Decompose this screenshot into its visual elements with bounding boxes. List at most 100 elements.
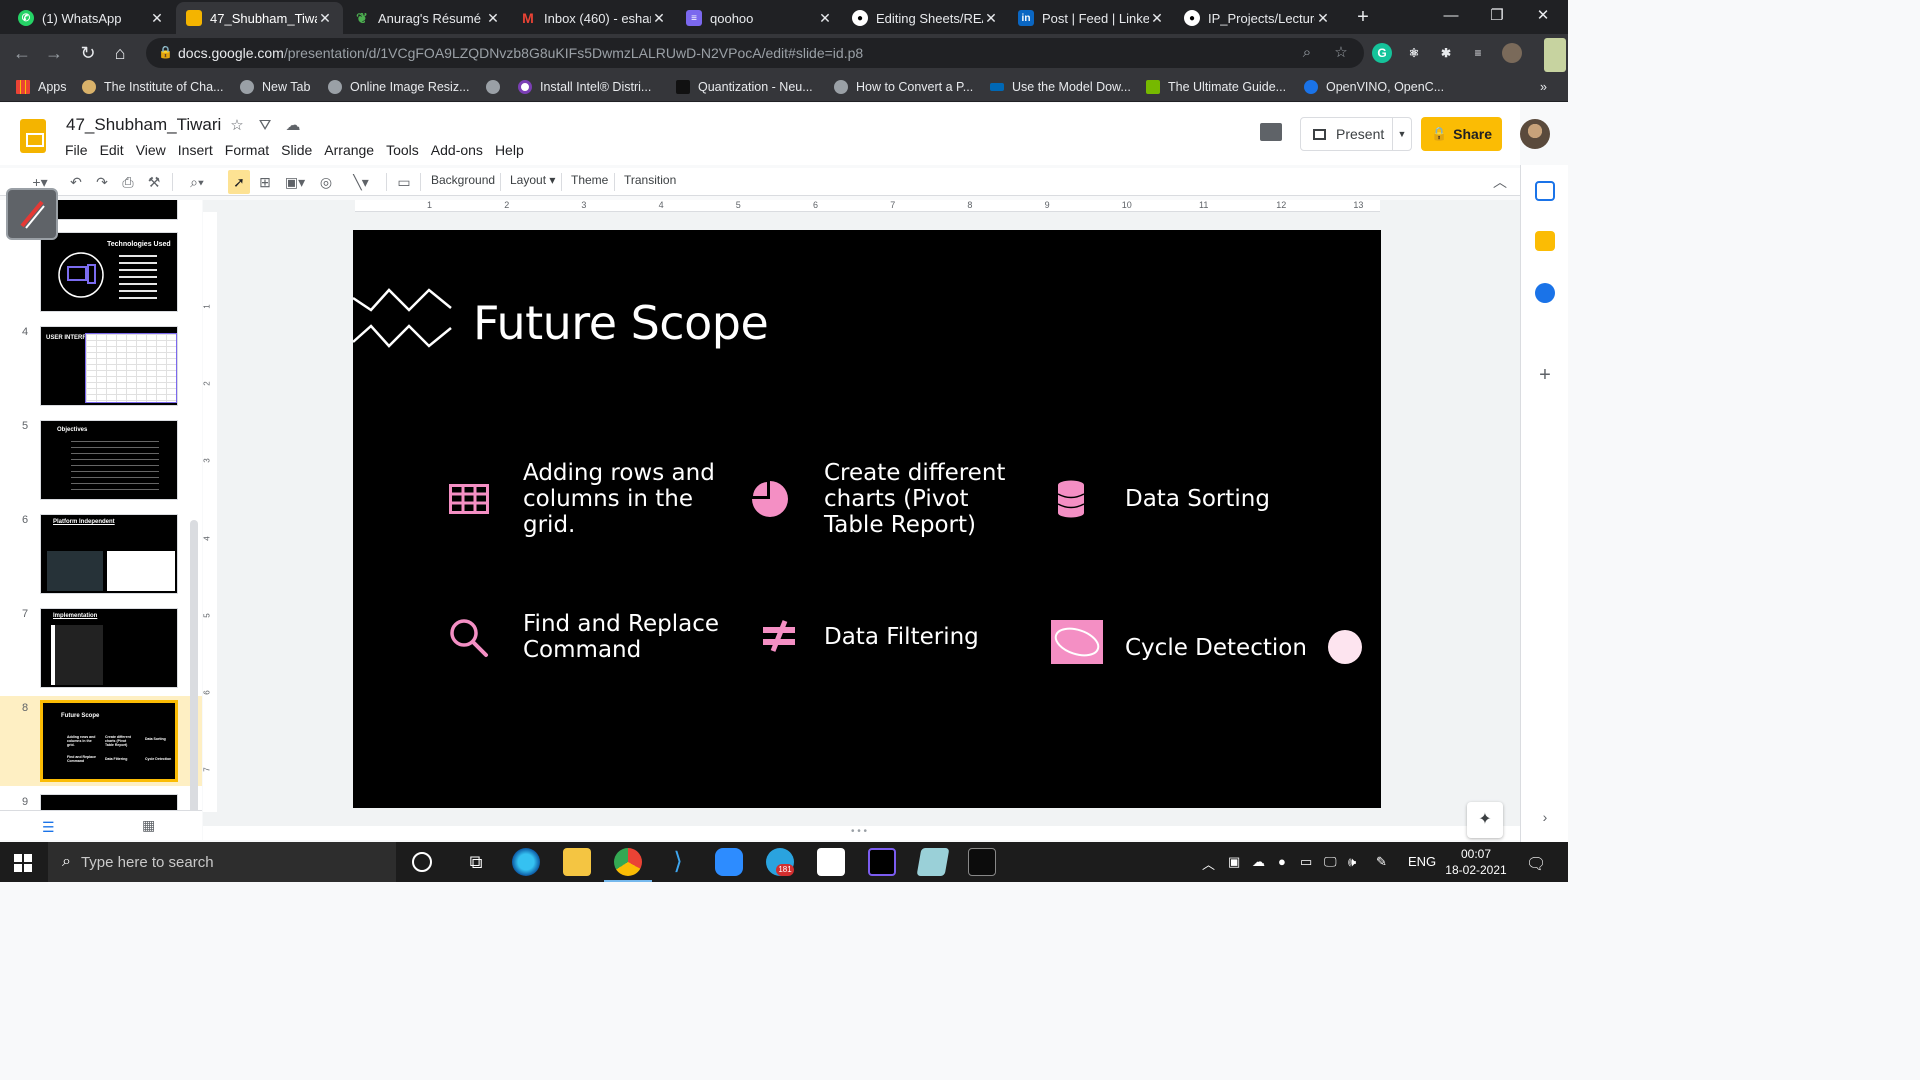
battery-icon[interactable]: ▭ xyxy=(1300,854,1312,870)
filmstrip-scrollbar[interactable] xyxy=(190,520,198,810)
chevron-down-icon[interactable]: ▼ xyxy=(1393,129,1411,139)
menu-slide[interactable]: Slide xyxy=(276,141,317,159)
chevron-right-icon[interactable]: › xyxy=(1535,807,1555,827)
explore-button[interactable]: ✦ xyxy=(1467,802,1503,838)
keep-icon[interactable] xyxy=(1535,231,1555,251)
slide-thumbnail-8[interactable]: Future Scope Adding rows and columns in … xyxy=(40,700,178,782)
layout-button[interactable]: Layout ▾ xyxy=(510,173,555,187)
menu-view[interactable]: View xyxy=(131,141,171,159)
slide-canvas[interactable]: Future Scope Adding rows and columns in … xyxy=(353,230,1381,808)
chevron-up-icon[interactable]: ︿ xyxy=(1202,854,1215,873)
slide-thumbnail-2[interactable] xyxy=(40,200,178,220)
menu-edit[interactable]: Edit xyxy=(95,141,129,159)
tab-gmail[interactable]: M Inbox (460) - eshan ✕ xyxy=(510,2,677,34)
network-icon[interactable]: 🖵 xyxy=(1324,854,1337,870)
tab-resume[interactable]: ❦ Anurag's Résumé ✕ xyxy=(344,2,511,34)
slide-thumbnail-5[interactable]: Objectives xyxy=(40,420,178,500)
bookmark-item[interactable]: How to Convert a P... xyxy=(834,78,973,96)
vscode-icon[interactable]: ⟩ xyxy=(664,848,692,876)
cloud-saved-icon[interactable]: ☁ xyxy=(284,117,302,135)
tab-linkedin[interactable]: in Post | Feed | LinkedIn ✕ xyxy=(1008,2,1175,34)
tab-slides[interactable]: 47_Shubham_Tiwari ✕ xyxy=(176,2,343,34)
bookmark-item[interactable]: New Tab xyxy=(240,78,310,96)
close-icon[interactable]: ✕ xyxy=(1149,10,1165,27)
close-icon[interactable]: ✕ xyxy=(983,10,999,27)
slide-thumbnail-9[interactable] xyxy=(40,794,178,810)
item-text[interactable]: Data Sorting xyxy=(1125,486,1315,512)
move-to-drive-icon[interactable]: ⛛ xyxy=(256,117,274,135)
menu-help[interactable]: Help xyxy=(490,141,529,159)
extension-badge-icon[interactable] xyxy=(1544,38,1566,72)
drag-handle-icon[interactable]: • • • xyxy=(851,826,867,837)
shape-icon[interactable]: ◎ xyxy=(316,172,336,192)
windows-start-icon[interactable] xyxy=(14,854,32,872)
zoom-icon[interactable]: ⌕▾ xyxy=(180,172,214,192)
bookmark-item[interactable]: Online Image Resiz... xyxy=(328,78,470,96)
slide-thumbnail-3[interactable]: Technologies Used xyxy=(40,232,178,312)
present-main[interactable]: Present xyxy=(1301,118,1393,150)
add-on-icon[interactable]: + xyxy=(1535,365,1555,385)
bookmark-item[interactable]: The Ultimate Guide... xyxy=(1146,78,1286,96)
task-view-icon[interactable]: ⧉ xyxy=(462,848,490,876)
clock[interactable]: 00:07 18-02-2021 xyxy=(1442,846,1510,878)
comment-icon[interactable]: ▭ xyxy=(394,172,414,192)
close-icon[interactable]: ✕ xyxy=(485,10,501,27)
bookmark-item[interactable]: Quantization - Neu... xyxy=(676,78,813,96)
document-title[interactable]: 47_Shubham_Tiwari xyxy=(66,115,221,135)
microphone-icon[interactable]: ● xyxy=(1278,854,1286,869)
taskbar-search[interactable]: ⌕ Type here to search xyxy=(48,842,396,882)
item-text[interactable]: Create different charts (Pivot Table Rep… xyxy=(824,460,1014,538)
bookmark-item[interactable]: Use the Model Dow... xyxy=(990,78,1131,96)
item-text[interactable]: Data Filtering xyxy=(824,624,1014,650)
calendar-icon[interactable] xyxy=(1535,181,1555,201)
cortana-icon[interactable] xyxy=(412,852,432,872)
restore-button[interactable]: ❐ xyxy=(1474,0,1520,34)
slide-thumbnail-6[interactable]: Platform Independent xyxy=(40,514,178,594)
transition-button[interactable]: Transition xyxy=(624,173,676,187)
minimize-button[interactable]: — xyxy=(1428,0,1474,34)
star-icon[interactable]: ☆ xyxy=(228,117,246,135)
item-text[interactable]: Adding rows and columns in the grid. xyxy=(523,460,723,538)
background-button[interactable]: Background xyxy=(431,173,495,187)
address-bar[interactable]: 🔒 docs.google.com/presentation/d/1VCgFOA… xyxy=(146,38,1364,68)
vertical-ruler[interactable]: 1 2 3 4 5 6 7 xyxy=(203,212,217,812)
reload-icon[interactable]: ↻ xyxy=(76,41,100,65)
menu-tools[interactable]: Tools xyxy=(381,141,424,159)
slide-thumbnail-7[interactable]: Implementation xyxy=(40,608,178,688)
theme-button[interactable]: Theme xyxy=(571,173,608,187)
device-icon[interactable]: ▣ xyxy=(1228,854,1240,870)
media-control-icon[interactable]: ≡ xyxy=(1468,43,1488,63)
tab-whatsapp[interactable]: ✆ (1) WhatsApp ✕ xyxy=(8,2,175,34)
extensions-icon[interactable]: ✱ xyxy=(1436,43,1456,63)
close-icon[interactable]: ✕ xyxy=(317,10,333,27)
undo-icon[interactable]: ↶ xyxy=(66,172,86,192)
notifications-icon[interactable]: 🗨 xyxy=(1526,854,1546,874)
item-text[interactable]: Find and Replace Command xyxy=(523,611,723,663)
horizontal-scrollbar[interactable]: • • • xyxy=(203,826,1520,840)
bookmark-item[interactable] xyxy=(486,78,508,96)
account-avatar[interactable] xyxy=(1520,119,1550,149)
whiteboard-icon[interactable] xyxy=(817,848,845,876)
file-explorer-icon[interactable] xyxy=(563,848,591,876)
grid-view-icon[interactable]: ▦ xyxy=(142,817,155,834)
volume-icon[interactable]: 🕪 xyxy=(1348,854,1356,870)
close-icon[interactable]: ✕ xyxy=(149,10,165,27)
back-icon[interactable]: ← xyxy=(10,41,34,65)
line-icon[interactable]: ╲▾ xyxy=(344,172,378,192)
pen-workspace-icon[interactable]: ✎ xyxy=(1376,854,1387,870)
horizontal-ruler[interactable]: 1 2 3 4 5 6 7 8 9 10 11 12 13 xyxy=(355,200,1380,212)
tasks-icon[interactable] xyxy=(1535,283,1555,303)
terminal-icon[interactable] xyxy=(968,848,996,876)
slide-title[interactable]: Future Scope xyxy=(473,296,769,350)
forward-icon[interactable]: → xyxy=(42,41,66,65)
grammarly-icon[interactable]: G xyxy=(1372,43,1392,63)
notepad-icon[interactable] xyxy=(916,848,950,876)
menu-arrange[interactable]: Arrange xyxy=(319,141,379,159)
close-icon[interactable]: ✕ xyxy=(651,10,667,27)
react-devtools-icon[interactable]: ⚛ xyxy=(1404,43,1424,63)
print-icon[interactable]: ⎙ xyxy=(118,172,138,192)
list-view-icon[interactable]: ☰ xyxy=(42,819,55,836)
jetbrains-icon[interactable] xyxy=(868,848,896,876)
menu-file[interactable]: File xyxy=(60,141,93,159)
bookmark-apps[interactable]: Apps xyxy=(16,78,67,96)
